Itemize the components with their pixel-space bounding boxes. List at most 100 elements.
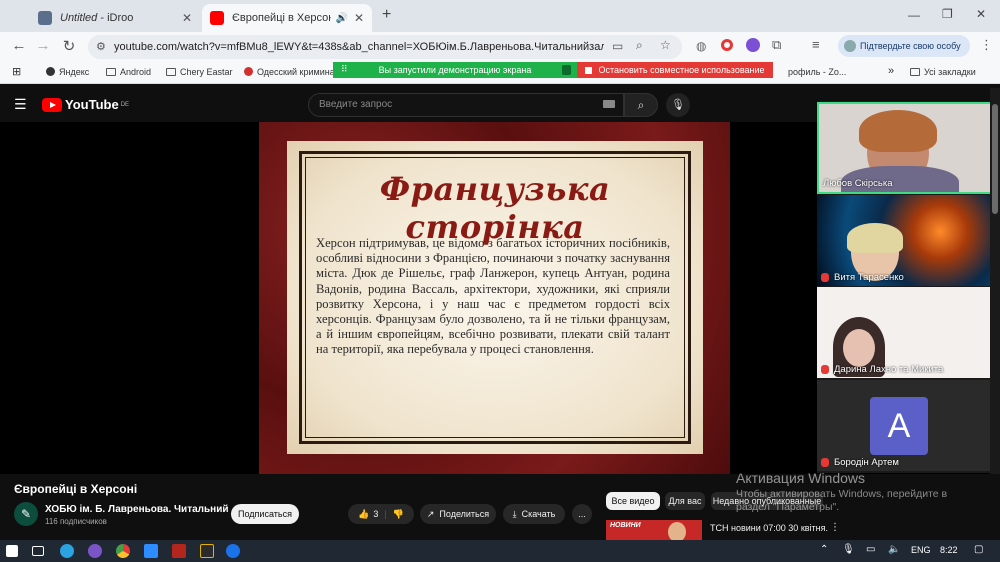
recommended-more-icon[interactable]: ⋮ [830,522,840,533]
tray-mic-icon[interactable]: 🎙 [842,544,855,555]
bookmark-android[interactable]: Android [106,67,151,77]
youtube-region: DE [120,101,130,108]
viber-icon[interactable] [88,544,102,558]
telegram-icon[interactable] [60,544,74,558]
yandex-icon [46,67,55,76]
bookmark-chery[interactable]: Chery Eastar [166,67,233,77]
screen-share-status-text: Вы запустили демонстрацию экрана [378,65,532,75]
bookmark-android-label: Android [120,67,152,77]
thumbs-down-icon[interactable]: 👎 [393,509,404,520]
subscribe-button[interactable]: Подписаться [231,504,299,524]
url-text: youtube.com/watch?v=mfBMu8_lEWY&t=438s&a… [114,41,604,53]
profile-button-label: Підтвердьте свою особу [860,41,961,51]
drag-handle-icon[interactable]: ⠿ [341,64,348,75]
tab-youtube[interactable]: Європейці в Херсоні - You 🔊 ✕ [202,4,372,32]
bookmark-odessa[interactable]: Одесский криминал [244,67,340,77]
close-icon[interactable]: ✕ [182,11,192,25]
cast-icon[interactable]: ▭ [612,39,623,53]
recommended-thumbnail[interactable]: НОВИНИ [606,520,702,542]
close-icon[interactable]: ✕ [354,11,364,25]
opera-extension-icon[interactable] [721,39,733,51]
bookmarks-more-button[interactable]: » [888,65,894,77]
all-bookmarks[interactable]: Усі закладки [910,67,976,77]
bookmark-chery-label: Chery Eastar [180,67,233,77]
download-icon: ⤓ [512,508,517,519]
bookmark-star-icon[interactable]: ☆ [660,38,671,52]
download-button[interactable]: ⤓ Скачать [503,504,565,524]
clock[interactable]: 8:22 [940,545,958,555]
mic-off-icon [821,365,829,374]
media-control-icon[interactable]: ≡ [812,37,820,52]
window-close-icon[interactable]: ✕ [976,7,986,21]
share-button[interactable]: ↗ Поделиться [420,504,496,524]
chip-for-you[interactable]: Для вас [665,492,705,510]
globe-icon[interactable]: ◍ [696,39,706,53]
edge-icon[interactable] [226,544,240,558]
more-actions-button[interactable]: ... [572,504,592,524]
participant-tile[interactable]: Витя Тарасенко [817,195,993,286]
extensions-puzzle-icon[interactable]: ⧉ [772,37,781,53]
participant-avatar: A [870,397,928,455]
thumbnail-person [668,522,686,542]
task-view-icon[interactable] [32,546,44,556]
tray-network-icon[interactable]: ▭ [866,544,875,555]
profile-button[interactable]: Підтвердьте свою особу [838,35,970,57]
search-icon[interactable]: ⌕ [624,93,658,117]
flag-app-icon[interactable] [172,544,186,558]
extension-icon[interactable] [746,38,760,52]
windows-start-icon[interactable] [6,545,18,557]
minimize-icon[interactable]: — [908,8,920,22]
tray-volume-icon[interactable]: 🔈 [888,544,900,555]
youtube-favicon-icon [210,11,224,25]
chip-all-videos[interactable]: Все видео [606,492,660,510]
chrome-icon[interactable] [116,544,130,558]
browser-tab-bar: Untitled - iDroo ✕ Європейці в Херсоні -… [0,0,1000,32]
participant-name: Дарина Лахно та Микита [834,364,944,375]
stop-sharing-label: Остановить совместное использование [598,65,765,75]
audio-playing-icon[interactable]: 🔊 [335,13,347,24]
back-icon[interactable]: ← [8,37,30,54]
scrollbar-thumb[interactable] [992,104,998,214]
participant-name: Витя Тарасенко [834,272,904,283]
bookmark-yandex[interactable]: Яндекс [46,67,89,77]
address-bar[interactable]: ⚙ youtube.com/watch?v=mfBMu8_lEWY&t=438s… [88,35,682,59]
reload-icon[interactable]: ↻ [58,37,80,55]
channel-avatar[interactable]: ✎ [14,502,38,526]
participant-tile[interactable]: Любов Скірська [817,102,993,194]
youtube-search-input[interactable]: Введите запрос [308,93,624,117]
notifications-icon[interactable]: ▢ [974,544,983,555]
media-app-icon[interactable] [200,544,214,558]
like-dislike-group: 👍 3 | 👎 [348,504,414,524]
tab-idroo[interactable]: Untitled - iDroo ✕ [30,4,200,32]
youtube-logo[interactable]: YouTube DE [42,97,129,112]
recommended-title[interactable]: ТСН новини 07:00 30 квітня. [710,523,828,533]
thumbs-up-icon[interactable]: 👍 [358,509,369,520]
forward-icon[interactable]: → [32,37,54,54]
hamburger-menu-icon[interactable]: ☰ [14,96,27,113]
tray-chevron-icon[interactable]: ⌃ [820,544,828,555]
restore-icon[interactable]: ❐ [942,7,953,21]
tab-idroo-suffix: - iDroo [97,12,134,24]
participant-tile[interactable]: Дарина Лахно та Микита [817,287,993,378]
zoom-app-icon[interactable] [144,544,158,558]
browser-menu-icon[interactable]: ⋮ [980,37,993,53]
idroo-favicon-icon [38,11,52,25]
stop-icon [585,66,593,74]
channel-name[interactable]: ХОБЮ ім. Б. Лавреньова. Читальний ... [45,504,240,515]
language-indicator[interactable]: ENG [911,545,931,555]
zoom-icon[interactable]: ⌕ [636,38,643,53]
apps-grid-icon[interactable]: ⊞ [12,65,21,78]
stop-sharing-button[interactable]: Остановить совместное использование [577,62,773,78]
folder-icon [106,68,116,76]
bookmark-zoom[interactable]: рофиль - Zo... [788,67,846,77]
participant-hair [847,223,903,253]
screen-share-status: ⠿ Вы запустили демонстрацию экрана [333,62,577,78]
new-tab-button[interactable]: + [382,6,391,24]
site-settings-icon[interactable]: ⚙ [96,40,106,53]
keyboard-icon[interactable] [603,100,615,108]
microphone-icon[interactable]: 🎙 [666,93,690,117]
mic-off-icon [821,273,829,282]
folder-icon [166,68,176,76]
participant-name: Любов Скірська [823,178,893,189]
youtube-logo-text: YouTube [65,97,119,112]
